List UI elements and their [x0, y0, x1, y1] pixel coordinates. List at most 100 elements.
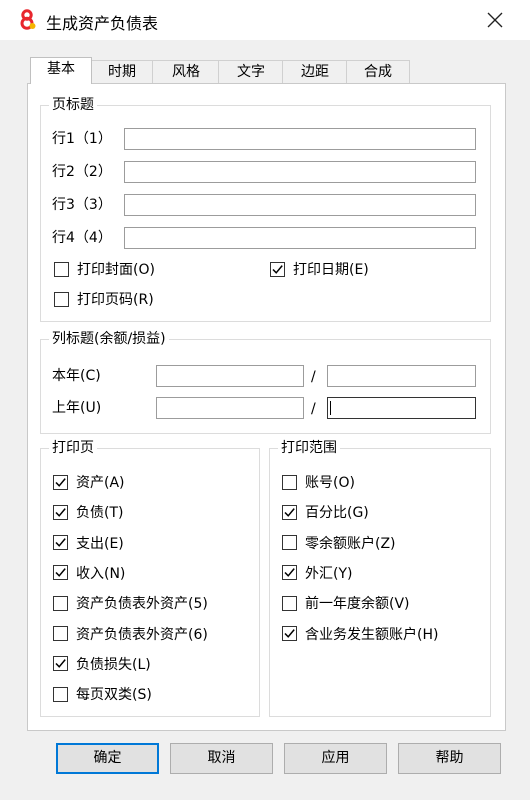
this-year-label: 本年(C)	[52, 368, 101, 384]
checkbox-box[interactable]	[53, 474, 68, 490]
checkmark-icon	[284, 568, 295, 578]
window-title: 生成资产负债表	[46, 14, 159, 33]
group-title: 打印范围	[278, 439, 340, 457]
print-page-item-checkbox[interactable]: 负债损失(L)	[53, 653, 151, 675]
print-cover-checkbox[interactable]: 打印封面(O)	[54, 258, 155, 280]
checkbox-label: 外汇(Y)	[305, 565, 353, 582]
checkbox-box[interactable]	[53, 686, 68, 702]
tab-label: 基本	[47, 61, 75, 77]
print-date-checkbox[interactable]: 打印日期(E)	[270, 258, 369, 280]
print-page-item-checkbox[interactable]: 每页双类(S)	[53, 683, 152, 705]
print-range-item-checkbox[interactable]: 含业务发生额账户(H)	[282, 623, 438, 645]
checkbox-label: 收入(N)	[76, 565, 126, 582]
checkbox-label: 打印封面(O)	[77, 262, 155, 278]
checkbox-box[interactable]	[53, 565, 68, 581]
last-year-left-input[interactable]	[156, 397, 304, 419]
group-title: 列标题(余额/损益)	[49, 330, 169, 348]
line2-label: 行2（2）	[52, 164, 112, 180]
tab-margins[interactable]: 边距	[282, 60, 348, 83]
checkbox-box[interactable]	[282, 626, 297, 641]
tab-label: 时期	[108, 64, 136, 80]
line4-label: 行4（4）	[52, 230, 112, 246]
print-range-item-checkbox[interactable]: 前一年度余额(V)	[282, 592, 410, 614]
checkmark-icon	[55, 507, 66, 517]
print-page-item-checkbox[interactable]: 资产(A)	[53, 471, 125, 493]
this-year-separator: /	[311, 369, 316, 385]
checkbox-box[interactable]	[54, 261, 69, 277]
cancel-button[interactable]: 取消	[170, 743, 273, 774]
close-button[interactable]	[478, 6, 512, 34]
tab-label: 边距	[301, 64, 329, 80]
print-range-item-checkbox[interactable]: 账号(O)	[282, 471, 355, 493]
checkbox-box[interactable]	[282, 504, 297, 520]
tab-label: 合成	[364, 64, 392, 80]
tab-text[interactable]: 文字	[218, 60, 284, 83]
print-range-item-checkbox[interactable]: 零余额账户(Z)	[282, 532, 396, 554]
checkbox-box[interactable]	[282, 565, 297, 581]
checkmark-icon	[284, 629, 295, 638]
print-page-item-checkbox[interactable]: 负债(T)	[53, 501, 123, 523]
checkbox-label: 资产(A)	[76, 475, 125, 491]
page-title-group: 页标题 行1（1） 行2（2） 行3（3） 行4（4） 打印封面(O) 打印日期…	[40, 96, 491, 322]
tab-basic[interactable]: 基本	[30, 57, 92, 84]
checkmark-icon	[284, 507, 295, 517]
checkbox-label: 打印日期(E)	[293, 262, 369, 278]
line2-input[interactable]	[124, 161, 476, 183]
line3-input[interactable]	[124, 194, 476, 216]
checkbox-box[interactable]	[53, 535, 68, 551]
checkbox-label: 打印页码(R)	[77, 292, 154, 308]
print-range-item-checkbox[interactable]: 百分比(G)	[282, 501, 369, 523]
checkbox-box[interactable]	[53, 504, 68, 520]
last-year-separator: /	[311, 401, 316, 417]
checkmark-icon	[55, 659, 66, 669]
checkbox-label: 每页双类(S)	[76, 687, 152, 704]
app-8-icon	[16, 8, 38, 30]
checkmark-icon	[272, 264, 283, 274]
last-year-label: 上年(U)	[52, 400, 102, 416]
close-icon	[487, 12, 503, 28]
line1-input[interactable]	[124, 128, 476, 150]
this-year-left-input[interactable]	[156, 365, 304, 387]
checkbox-label: 负债(T)	[76, 505, 124, 522]
group-title: 页标题	[49, 96, 97, 114]
checkmark-icon	[55, 538, 66, 548]
print-page-number-checkbox[interactable]: 打印页码(R)	[54, 288, 154, 310]
checkbox-box[interactable]	[282, 595, 297, 611]
checkbox-box[interactable]	[270, 261, 285, 277]
text-caret	[330, 401, 331, 415]
checkbox-label: 资产负债表外资产(5)	[76, 596, 208, 613]
print-page-item-checkbox[interactable]: 支出(E)	[53, 532, 124, 554]
checkmark-icon	[55, 477, 66, 487]
checkbox-label: 百分比(G)	[305, 505, 369, 522]
print-range-item-checkbox[interactable]: 外汇(Y)	[282, 562, 352, 584]
print-page-item-checkbox[interactable]: 资产负债表外资产(6)	[53, 623, 208, 645]
tab-panel-basic: 页标题 行1（1） 行2（2） 行3（3） 行4（4） 打印封面(O) 打印日期…	[27, 83, 506, 731]
checkbox-box[interactable]	[53, 626, 68, 641]
help-button[interactable]: 帮助	[398, 743, 501, 774]
checkbox-box[interactable]	[53, 656, 68, 672]
last-year-right-input[interactable]	[327, 397, 476, 419]
tab-label: 文字	[237, 64, 265, 80]
column-title-group: 列标题(余额/损益) 本年(C) / 上年(U) /	[40, 330, 491, 434]
tab-period[interactable]: 时期	[90, 60, 154, 83]
checkbox-box[interactable]	[54, 291, 69, 307]
tab-label: 风格	[172, 64, 200, 80]
checkbox-box[interactable]	[53, 595, 68, 611]
print-page-item-checkbox[interactable]: 资产负债表外资产(5)	[53, 592, 208, 614]
checkbox-box[interactable]	[282, 535, 297, 551]
checkbox-label: 零余额账户(Z)	[305, 535, 396, 552]
title-bar: 生成资产负债表	[0, 0, 530, 40]
checkbox-label: 负债损失(L)	[76, 656, 151, 673]
ok-button[interactable]: 确定	[56, 743, 159, 774]
checkbox-label: 支出(E)	[76, 535, 124, 552]
print-page-item-checkbox[interactable]: 收入(N)	[53, 562, 125, 584]
checkbox-box[interactable]	[282, 474, 297, 490]
apply-button[interactable]: 应用	[284, 743, 387, 774]
tab-style[interactable]: 风格	[152, 60, 220, 83]
line3-label: 行3（3）	[52, 197, 112, 213]
line1-label: 行1（1）	[52, 131, 112, 147]
tab-composite[interactable]: 合成	[346, 60, 410, 83]
checkbox-label: 含业务发生额账户(H)	[305, 626, 439, 643]
this-year-right-input[interactable]	[327, 365, 476, 387]
line4-input[interactable]	[124, 227, 476, 249]
